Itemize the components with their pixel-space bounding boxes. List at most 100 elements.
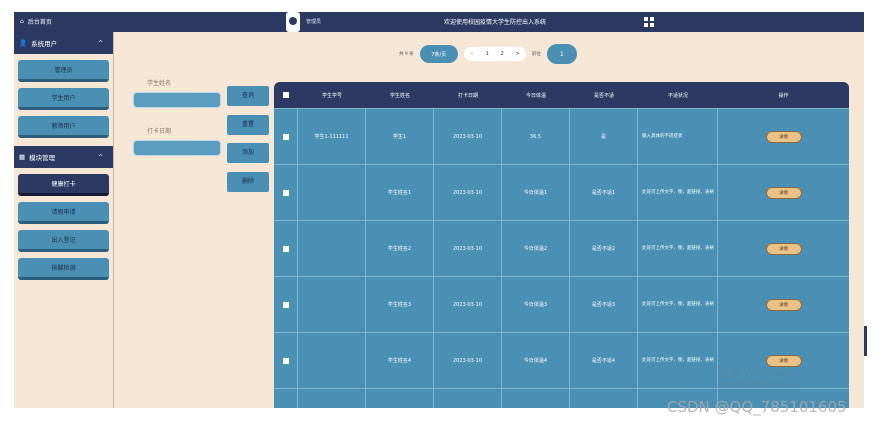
csdn-watermark: CSDN @QQ_785101605 — [667, 398, 847, 416]
cell-student-id — [298, 221, 366, 276]
home-icon: ⌂ — [20, 18, 24, 25]
sidebar-item-health-checkin[interactable]: 健康打卡 — [18, 174, 109, 196]
cell-date: 2023-03-10 — [434, 333, 502, 388]
user-icon: 👤 — [19, 39, 28, 47]
row-checkbox[interactable] — [274, 165, 298, 220]
cell-student-name: 学生姓名2 — [366, 221, 434, 276]
row-checkbox[interactable] — [274, 109, 298, 164]
page-1-button[interactable]: 1 — [486, 51, 489, 57]
cell-student-id — [298, 277, 366, 332]
cell-symptoms: 此处可上传文字、图、超链接、表格 — [638, 333, 718, 388]
cell-student-id: 学生1-111111 — [298, 109, 366, 164]
table-row: 学生姓名3 2023-03-10 今日体温3 是否不适3 此处可上传文字、图、超… — [274, 276, 849, 332]
date-input[interactable] — [133, 140, 221, 156]
cell-date: 2023-03-10 — [434, 165, 502, 220]
cell-unwell: 是否不适2 — [570, 221, 638, 276]
chevron-up-icon: ^ — [97, 39, 103, 47]
cell-temperature: 今日体温3 — [502, 277, 570, 332]
pagination: 共 9 条 7条/页 < 1 2 > 前往 1 — [399, 44, 577, 64]
cell-temperature: 今日体温4 — [502, 333, 570, 388]
row-cell — [570, 389, 638, 408]
sidebar-item-leave-request[interactable]: 请假申请 — [18, 202, 109, 224]
grid-icon[interactable] — [644, 17, 654, 27]
sidebar-item-student-users[interactable]: 学生用户 — [18, 88, 109, 110]
detail-button[interactable]: 详情 — [765, 130, 802, 143]
student-name-label: 学生姓名 — [147, 80, 172, 87]
cell-symptoms: 此处可上传文字、图、超链接、表格 — [638, 165, 718, 220]
page-2-button[interactable]: 2 — [501, 51, 504, 57]
cell-unwell: 是否不适1 — [570, 165, 638, 220]
cell-student-id — [298, 165, 366, 220]
search-button[interactable]: 查询 — [227, 86, 269, 106]
cell-student-name: 学生姓名4 — [366, 333, 434, 388]
row-checkbox[interactable] — [274, 277, 298, 332]
row-cell — [366, 389, 434, 408]
header-student-name: 学生姓名 — [389, 92, 410, 99]
cell-unwell: 是 — [570, 109, 638, 164]
prev-page-button[interactable]: < — [470, 51, 474, 57]
cell-symptoms: 输入具体的不适症状 — [638, 109, 718, 164]
sidebar-section-modules[interactable]: ▦ 模块管理 ^ — [14, 146, 113, 168]
cell-symptoms: 此处可上传文字、图、超链接、表格 — [638, 277, 718, 332]
grid-icon: ▦ — [19, 153, 26, 161]
header-symptoms: 不适状况 — [667, 92, 688, 99]
sidebar-item-nucleic-test[interactable]: 核酸检测 — [18, 258, 109, 280]
row-cell — [298, 389, 366, 408]
header-unwell: 是否不适 — [593, 92, 614, 99]
home-link[interactable]: ⌂ 后台首页 — [20, 17, 52, 26]
windows-activation-subtext: 转到"设置"以激活 Windows。 — [718, 381, 801, 388]
detail-button[interactable]: 详情 — [765, 242, 802, 255]
scrollbar[interactable] — [864, 326, 867, 356]
sidebar-item-admin[interactable]: 管理员 — [18, 60, 109, 82]
cell-symptoms: 此处可上传文字、图、超链接、表格 — [638, 221, 718, 276]
goto-label: 前往 — [531, 52, 541, 57]
row-checkbox[interactable] — [274, 221, 298, 276]
cell-actions: 详情 — [718, 277, 849, 332]
select-all-checkbox[interactable] — [274, 82, 298, 108]
sidebar-section-label: 模块管理 — [29, 154, 56, 162]
cell-student-name: 学生1 — [366, 109, 434, 164]
reset-button[interactable]: 重置 — [227, 115, 269, 135]
row-cell — [502, 389, 570, 408]
date-label: 打卡日期 — [147, 128, 172, 135]
student-name-input[interactable] — [133, 92, 221, 108]
table-row: 学生1-111111 学生1 2023-03-10 36.5 是 输入具体的不适… — [274, 108, 849, 164]
header-student-id: 学生学号 — [321, 92, 342, 99]
add-button[interactable]: 添加 — [227, 143, 269, 163]
table-row: 学生姓名2 2023-03-10 今日体温2 是否不适2 此处可上传文字、图、超… — [274, 220, 849, 276]
detail-button[interactable]: 详情 — [765, 186, 802, 199]
cell-actions: 详情 — [718, 221, 849, 276]
table-row: 学生姓名1 2023-03-10 今日体温1 是否不适1 此处可上传文字、图、超… — [274, 164, 849, 220]
detail-button[interactable]: 详情 — [765, 298, 802, 311]
page-size-select[interactable]: 7条/页 — [419, 45, 458, 63]
cell-unwell: 是否不适4 — [570, 333, 638, 388]
sidebar-item-teacher-users[interactable]: 教师用户 — [18, 116, 109, 138]
cell-student-id — [298, 333, 366, 388]
row-checkbox[interactable] — [274, 333, 298, 388]
page-list: < 1 2 > — [463, 47, 526, 61]
cell-temperature: 今日体温2 — [502, 221, 570, 276]
chevron-up-icon: ^ — [97, 153, 103, 161]
checkin-table: 学生学号 学生姓名 打卡日期 今日体温 是否不适 不适状况 操作 学生1-111… — [274, 82, 849, 408]
cell-unwell: 是否不适3 — [570, 277, 638, 332]
sidebar-section-users[interactable]: 👤 系统用户 ^ — [14, 32, 113, 54]
header-actions: 操作 — [778, 92, 789, 99]
next-page-button[interactable]: > — [516, 51, 520, 57]
delete-button[interactable]: 删除 — [227, 172, 269, 192]
main-content: 共 9 条 7条/页 < 1 2 > 前往 1 学生姓名 打卡日期 查询 重置 … — [114, 32, 864, 408]
cell-student-name: 学生姓名3 — [366, 277, 434, 332]
admin-avatar[interactable] — [286, 12, 300, 32]
system-title: 欢迎使用校园疫情大学生防控出入系统 — [444, 19, 547, 26]
header-date: 打卡日期 — [457, 92, 478, 99]
cell-date: 2023-03-10 — [434, 221, 502, 276]
sidebar-item-entry-exit-log[interactable]: 出入登记 — [18, 230, 109, 252]
total-count: 共 9 条 — [399, 52, 414, 57]
goto-page-input[interactable]: 1 — [546, 44, 577, 64]
table-header: 学生学号 学生姓名 打卡日期 今日体温 是否不适 不适状况 操作 — [274, 82, 849, 108]
cell-student-name: 学生姓名1 — [366, 165, 434, 220]
sidebar: 👤 系统用户 ^ 管理员 学生用户 教师用户 ▦ 模块管理 ^ 健康打卡 请假申… — [14, 32, 114, 408]
row-cell — [434, 389, 502, 408]
cell-temperature: 36.5 — [502, 109, 570, 164]
home-label: 后台首页 — [27, 19, 52, 26]
header-temperature: 今日体温 — [525, 92, 546, 99]
